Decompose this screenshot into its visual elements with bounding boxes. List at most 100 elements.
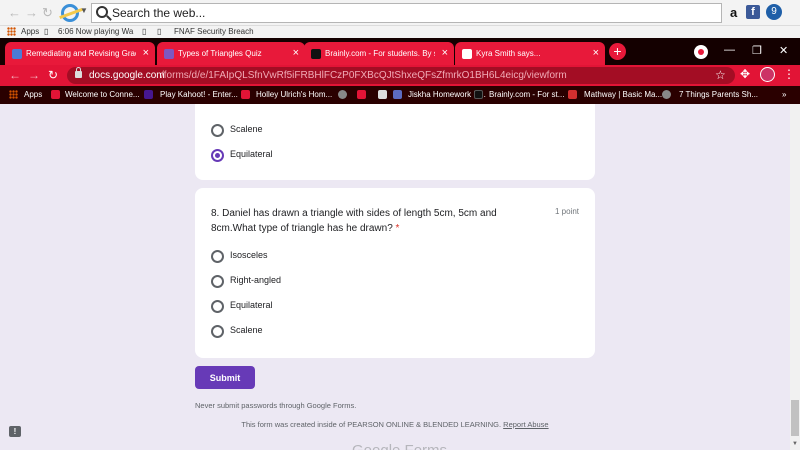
- minimize-button[interactable]: —: [724, 44, 735, 56]
- radio-option-scalene[interactable]: Scalene: [211, 325, 511, 341]
- radio-button[interactable]: [211, 250, 224, 263]
- search-icon: [96, 6, 108, 18]
- radio-button[interactable]: [211, 300, 224, 313]
- record-icon[interactable]: [694, 45, 708, 59]
- radio-button[interactable]: [211, 325, 224, 338]
- close-icon[interactable]: ×: [442, 47, 448, 59]
- radio-button[interactable]: [211, 275, 224, 288]
- bookmark-7-things[interactable]: 7 Things Parents Sh...: [679, 90, 758, 99]
- form-page: Scalene Equilateral 8. Daniel has drawn …: [0, 104, 790, 450]
- amazon-icon[interactable]: a: [730, 5, 737, 20]
- brainly-icon: [311, 49, 321, 59]
- outer-back-icon[interactable]: ←: [8, 5, 21, 20]
- star-icon[interactable]: ☆: [715, 68, 726, 82]
- youtube-icon[interactable]: [357, 90, 366, 99]
- radio-button-selected[interactable]: [211, 149, 224, 162]
- menu-dots-icon[interactable]: ⋮: [783, 67, 795, 81]
- submit-button[interactable]: Submit: [195, 366, 255, 389]
- doc-icon[interactable]: [378, 90, 387, 99]
- tab-label: Kyra Smith says...: [476, 49, 541, 58]
- bookmarks-overflow-icon[interactable]: »: [782, 90, 786, 99]
- scroll-down-arrow-icon[interactable]: ▼: [792, 441, 798, 447]
- bookmark-icon: [51, 90, 60, 99]
- mathway-icon: [568, 90, 577, 99]
- favorite-fnaf[interactable]: FNAF Security Breach: [174, 27, 254, 36]
- form-footer: This form was created inside of PEARSON …: [0, 420, 790, 429]
- outer-search-box[interactable]: [91, 3, 722, 23]
- lock-icon[interactable]: [75, 67, 82, 78]
- window-close-button[interactable]: ✕: [779, 44, 788, 57]
- radio-option-isosceles[interactable]: Isosceles: [211, 250, 511, 266]
- close-icon[interactable]: ×: [143, 47, 149, 59]
- address-bar[interactable]: docs.google.com /forms/d/e/1FAIpQLSfnVwR…: [67, 67, 735, 84]
- google-forms-logo: Google Forms: [352, 442, 447, 450]
- option-label: Right-angled: [230, 275, 282, 285]
- outer-refresh-icon[interactable]: ↻: [42, 5, 53, 21]
- profile-avatar-icon[interactable]: [760, 67, 775, 82]
- close-icon[interactable]: ×: [593, 47, 599, 59]
- bookmark-welcome[interactable]: Welcome to Conne...: [65, 90, 140, 99]
- question-text: 8. Daniel has drawn a triangle with side…: [211, 208, 497, 234]
- bookmark-mathway[interactable]: Mathway | Basic Ma...: [584, 90, 662, 99]
- feedback-icon[interactable]: !: [9, 426, 21, 437]
- outer-search-input[interactable]: [112, 5, 712, 21]
- bookmark-icon: [241, 90, 250, 99]
- facebook-icon[interactable]: f: [746, 5, 760, 19]
- url-path: /forms/d/e/1FAIpQLSfnVwRf5iFRBHlFCzP0FXB…: [161, 70, 567, 81]
- refresh-icon[interactable]: ↻: [48, 68, 58, 82]
- option-label: Equilateral: [230, 300, 273, 310]
- bookmark-holley[interactable]: Holley Ulrich's Hom...: [256, 90, 332, 99]
- chevron-down-icon[interactable]: ▼: [80, 6, 88, 15]
- ie-logo-icon[interactable]: [61, 4, 79, 22]
- apps-grid-icon[interactable]: [9, 90, 18, 99]
- option-label: Equilateral: [230, 149, 273, 159]
- bookmark-apps[interactable]: Apps: [24, 90, 42, 99]
- radio-option-equilateral[interactable]: Equilateral: [211, 300, 511, 316]
- tab-strip: Remediating and Revising Grades × Types …: [0, 38, 800, 65]
- question-8-card: 8. Daniel has drawn a triangle with side…: [195, 188, 595, 358]
- bookmark-brainly[interactable]: Brainly.com - For st...: [489, 90, 564, 99]
- option-label: Scalene: [230, 124, 263, 134]
- option-label: Isosceles: [230, 250, 268, 260]
- previous-question-card: Scalene Equilateral: [195, 104, 595, 180]
- question-title: 8. Daniel has drawn a triangle with side…: [211, 206, 531, 236]
- favorite-apps[interactable]: Apps: [21, 27, 39, 36]
- required-marker: *: [395, 223, 400, 234]
- report-abuse-link[interactable]: Report Abuse: [503, 420, 548, 429]
- forms-icon: [164, 49, 174, 59]
- tab-label: Types of Triangles Quiz: [178, 49, 262, 58]
- back-icon[interactable]: ←: [9, 68, 21, 82]
- tab-label: Brainly.com - For students. By stu: [325, 49, 435, 58]
- scrollbar-thumb[interactable]: [791, 400, 799, 436]
- url-domain: docs.google.com: [89, 70, 165, 81]
- radio-option-scalene[interactable]: Scalene: [211, 124, 511, 140]
- forward-icon[interactable]: →: [28, 68, 40, 82]
- apps-grid-icon[interactable]: [7, 27, 16, 36]
- radio-button[interactable]: [211, 124, 224, 137]
- brainly-icon: [474, 90, 483, 99]
- close-icon[interactable]: ×: [293, 47, 299, 59]
- extensions-icon[interactable]: ✥: [740, 67, 750, 81]
- radio-option-right-angled[interactable]: Right-angled: [211, 275, 511, 291]
- new-tab-button[interactable]: +: [609, 43, 626, 60]
- outer-forward-icon[interactable]: →: [25, 5, 38, 20]
- extension-icon[interactable]: 9: [766, 4, 782, 20]
- tab-brainly[interactable]: Brainly.com - For students. By stu ×: [304, 42, 454, 65]
- tab-label: Remediating and Revising Grades: [26, 49, 136, 58]
- radio-option-equilateral[interactable]: Equilateral: [211, 149, 511, 165]
- doc-icon: ▯: [142, 27, 147, 36]
- gmail-icon: [462, 49, 472, 59]
- bookmark-kahoot[interactable]: Play Kahoot! - Enter...: [160, 90, 238, 99]
- points-label: 1 point: [554, 207, 579, 216]
- password-warning: Never submit passwords through Google Fo…: [195, 401, 357, 410]
- globe-icon[interactable]: [338, 90, 347, 99]
- tab-types-of-triangles[interactable]: Types of Triangles Quiz ×: [157, 42, 305, 65]
- tab-remediating[interactable]: Remediating and Revising Grades ×: [5, 42, 155, 65]
- option-label: Scalene: [230, 325, 263, 335]
- doc-icon: ▯: [157, 27, 162, 36]
- globe-icon: [662, 90, 671, 99]
- scrollbar[interactable]: ▼: [790, 104, 800, 450]
- favorite-now-playing[interactable]: 6:06 Now playing Wa: [58, 27, 133, 36]
- tab-kyra-smith[interactable]: Kyra Smith says... ×: [455, 42, 605, 65]
- restore-button[interactable]: ❐: [752, 44, 762, 57]
